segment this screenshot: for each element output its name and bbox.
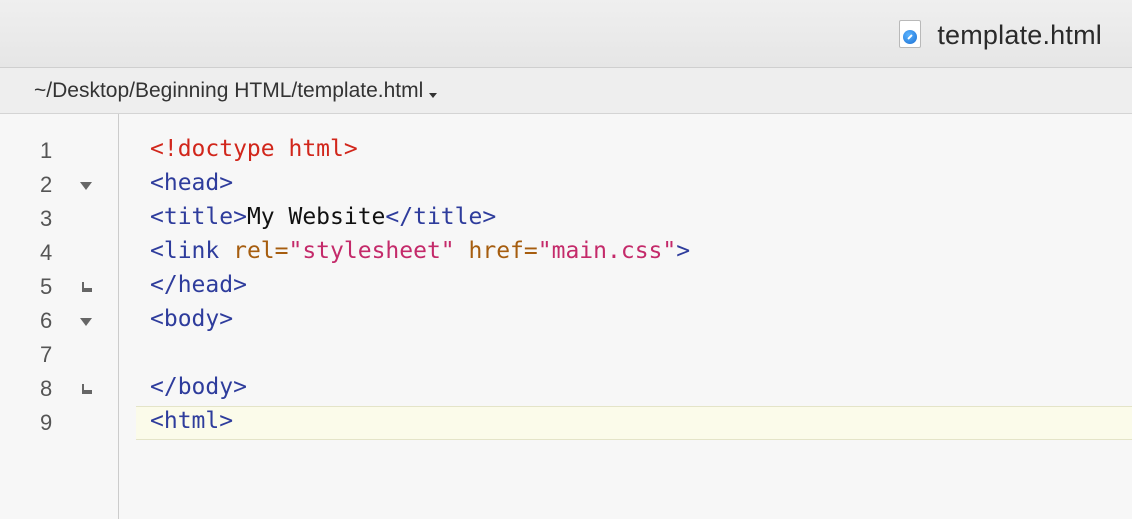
code-token-tag: <body> <box>150 306 234 332</box>
code-text: <html> <box>150 408 233 434</box>
line-number: 2 <box>40 172 53 197</box>
code-line[interactable]: 5 </head> <box>0 270 1132 304</box>
fold-toggle-icon[interactable] <box>80 318 92 326</box>
fold-end-icon <box>82 282 92 292</box>
code-token-attr: href= <box>468 238 538 264</box>
code-text: <link rel="stylesheet" href="main.css"> <box>150 238 690 264</box>
line-number: 1 <box>40 138 53 163</box>
current-line-highlight <box>136 406 1132 440</box>
code-line[interactable]: 4 <link rel="stylesheet" href="main.css"> <box>0 236 1132 270</box>
code-token-tag: <link <box>150 238 234 264</box>
code-line[interactable]: 8 </body> <box>0 372 1132 406</box>
line-number: 8 <box>40 376 53 401</box>
line-number: 4 <box>40 240 53 265</box>
code-text: </head> <box>150 272 247 298</box>
code-token-attr: rel= <box>233 238 289 264</box>
code-text: <body> <box>150 306 233 332</box>
document-title: template.html <box>937 19 1102 50</box>
code-token-tag: </body> <box>150 374 247 400</box>
line-number: 5 <box>40 274 53 299</box>
chevron-down-icon[interactable] <box>429 93 438 98</box>
code-token-doctype: <!doctype html> <box>150 136 358 162</box>
code-line[interactable]: 2 <head> <box>0 168 1132 202</box>
code-token-str: "stylesheet" <box>288 238 455 264</box>
code-line[interactable]: 3 <title>My Website</title> <box>0 202 1132 236</box>
code-token-tag: <html> <box>150 408 234 434</box>
code-line[interactable]: 9 <html> <box>0 406 1132 440</box>
line-number: 6 <box>40 308 53 333</box>
fold-toggle-icon[interactable] <box>80 182 92 190</box>
editor-window: template.html ~/Desktop/Beginning HTML/t… <box>0 0 1132 519</box>
code-text: <head> <box>150 170 233 196</box>
code-editor[interactable]: 1 <!doctype html> 2 <head> 3 <title>My Websit… <box>0 114 1132 519</box>
line-number: 7 <box>40 342 53 367</box>
document-title-tab[interactable]: template.html <box>899 18 1102 52</box>
code-line[interactable]: 1 <!doctype html> <box>0 134 1132 168</box>
line-number: 3 <box>40 206 53 231</box>
fold-end-icon <box>82 384 92 394</box>
code-text: <title>My Website</title> <box>150 204 496 230</box>
code-token-tag: > <box>676 238 691 264</box>
html-file-icon <box>899 20 923 50</box>
file-path: ~/Desktop/Beginning HTML/template.html <box>34 78 424 102</box>
code-token-plain: My Website <box>246 204 386 230</box>
code-line[interactable]: 6 <body> <box>0 304 1132 338</box>
code-line[interactable]: 7 <box>0 338 1132 372</box>
file-path-bar[interactable]: ~/Desktop/Beginning HTML/template.html <box>0 68 1132 114</box>
code-token-str: "main.css" <box>537 238 677 264</box>
code-token-tag: </head> <box>150 272 247 298</box>
code-text: <!doctype html> <box>150 136 358 162</box>
code-token-tag: <title> <box>150 204 247 230</box>
line-number: 9 <box>40 410 53 435</box>
code-token-tag: </title> <box>385 204 497 230</box>
title-bar: template.html <box>0 0 1132 68</box>
code-text: </body> <box>150 374 247 400</box>
code-token-tag: <head> <box>150 170 234 196</box>
